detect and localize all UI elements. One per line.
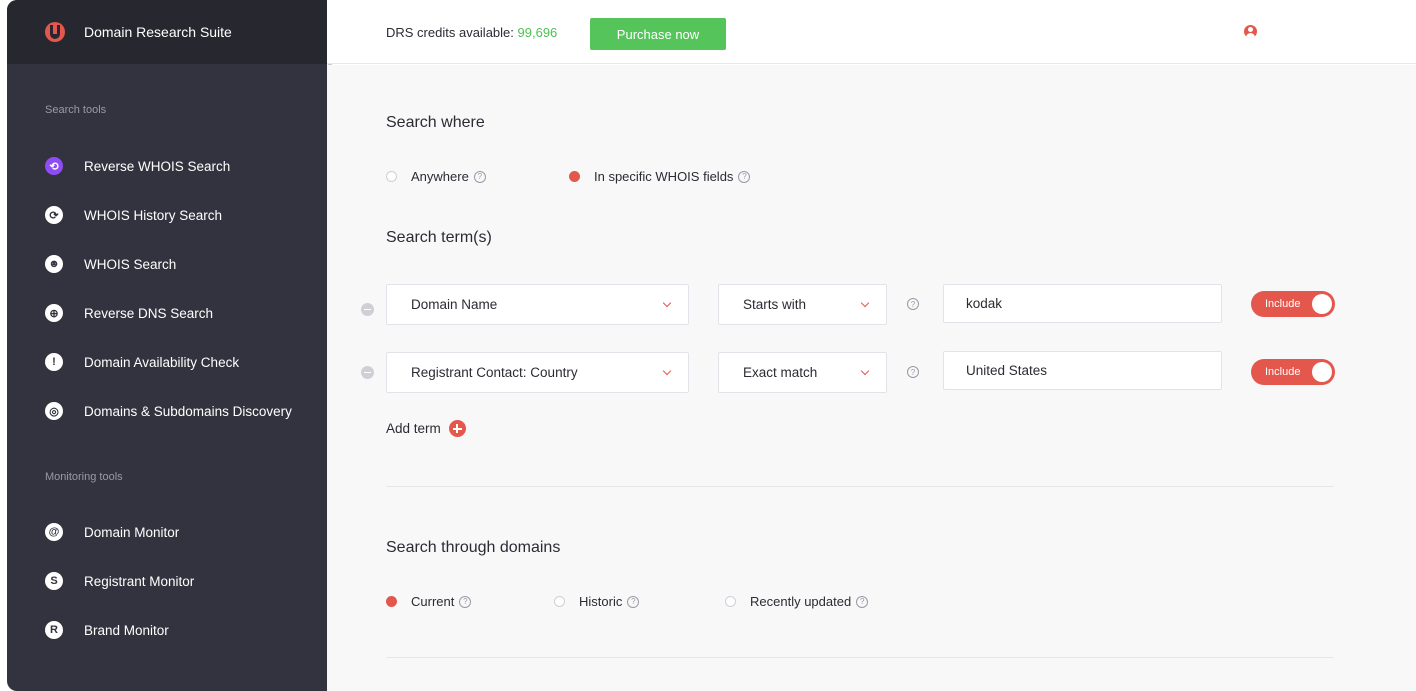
credits-value: 99,696 bbox=[517, 25, 558, 40]
sidebar-item-registrant-monitor[interactable]: S Registrant Monitor bbox=[45, 569, 194, 593]
include-toggle[interactable]: Include bbox=[1251, 291, 1335, 317]
sidebar-section-search-tools: Search tools bbox=[45, 104, 107, 116]
domain-monitor-icon: @ bbox=[45, 523, 63, 541]
plus-icon[interactable] bbox=[448, 420, 466, 437]
sidebar-item-label: Domains & Subdomains Discovery bbox=[84, 403, 292, 419]
radio-label: Historic bbox=[579, 594, 623, 609]
match-select-value: Starts with bbox=[743, 297, 807, 312]
radio-button[interactable] bbox=[554, 596, 565, 607]
app-title: Domain Research Suite bbox=[84, 24, 232, 40]
radio-recently-updated[interactable]: Recently updated ? bbox=[725, 594, 869, 609]
sidebar-section-monitoring-tools: Monitoring tools bbox=[45, 471, 123, 483]
sidebar-item-whois-history[interactable]: ⟳ WHOIS History Search bbox=[45, 203, 222, 227]
help-icon[interactable]: ? bbox=[627, 595, 640, 608]
user-search-icon: ☻ bbox=[45, 255, 63, 273]
radio-button[interactable] bbox=[386, 596, 397, 607]
app-logo-icon bbox=[45, 22, 65, 42]
toggle-knob bbox=[1312, 362, 1332, 382]
help-icon[interactable]: ? bbox=[473, 170, 486, 183]
term-value-input[interactable] bbox=[943, 284, 1222, 323]
radio-label: Recently updated bbox=[750, 594, 852, 609]
field-select[interactable]: Domain Name bbox=[386, 284, 689, 325]
sidebar-item-label: WHOIS Search bbox=[84, 256, 177, 272]
brand-icon: R bbox=[45, 621, 63, 639]
include-toggle[interactable]: Include bbox=[1251, 359, 1335, 385]
sidebar-item-label: Reverse WHOIS Search bbox=[84, 158, 231, 174]
exclamation-icon: ! bbox=[45, 353, 63, 371]
match-select-value: Exact match bbox=[743, 365, 818, 380]
help-icon[interactable]: ? bbox=[907, 366, 919, 378]
radio-label: Anywhere bbox=[411, 169, 469, 184]
sidebar-item-label: Registrant Monitor bbox=[84, 573, 195, 589]
radio-button[interactable] bbox=[386, 171, 397, 182]
top-bar: DRS credits available: 99,696 Purchase n… bbox=[327, 0, 1416, 64]
toggle-label: Include bbox=[1265, 366, 1301, 378]
toggle-label: Include bbox=[1265, 298, 1301, 310]
sidebar-item-label: WHOIS History Search bbox=[84, 207, 223, 223]
remove-term-icon[interactable] bbox=[361, 366, 374, 379]
section-divider bbox=[386, 486, 1334, 487]
sidebar-item-whois-search[interactable]: ☻ WHOIS Search bbox=[45, 252, 176, 276]
remove-term-icon[interactable] bbox=[361, 303, 374, 316]
chevron-down-icon bbox=[860, 298, 870, 308]
credits-display: DRS credits available: 99,696 bbox=[386, 25, 557, 40]
radio-label: In specific WHOIS fields bbox=[594, 169, 734, 184]
radio-anywhere[interactable]: Anywhere ? bbox=[386, 169, 486, 184]
field-select-value: Domain Name bbox=[411, 297, 498, 312]
field-select-value: Registrant Contact: Country bbox=[411, 365, 578, 380]
chevron-down-icon bbox=[662, 298, 672, 308]
radio-label: Current bbox=[411, 594, 455, 609]
match-select[interactable]: Exact match bbox=[718, 352, 887, 393]
sidebar-item-label: Domain Availability Check bbox=[84, 354, 240, 370]
chevron-down-icon bbox=[860, 366, 870, 376]
sidebar-item-domain-monitor[interactable]: @ Domain Monitor bbox=[45, 520, 179, 544]
help-icon[interactable]: ? bbox=[907, 298, 919, 310]
sidebar-item-reverse-dns[interactable]: ⊕ Reverse DNS Search bbox=[45, 301, 213, 325]
radio-button[interactable] bbox=[569, 171, 580, 182]
field-select[interactable]: Registrant Contact: Country bbox=[386, 352, 689, 393]
match-select[interactable]: Starts with bbox=[718, 284, 887, 325]
radio-specific-whois-fields[interactable]: In specific WHOIS fields ? bbox=[569, 169, 751, 184]
radio-historic[interactable]: Historic ? bbox=[554, 594, 640, 609]
radio-button[interactable] bbox=[725, 596, 736, 607]
user-account-icon[interactable] bbox=[1244, 25, 1257, 38]
term-value-input[interactable] bbox=[943, 351, 1222, 390]
sidebar-item-label: Brand Monitor bbox=[84, 622, 169, 638]
target-icon: ◎ bbox=[45, 402, 63, 420]
reverse-whois-icon: ⟲ bbox=[45, 157, 63, 175]
help-icon[interactable]: ? bbox=[459, 595, 472, 608]
sidebar: Domain Research Suite Search tools ⟲ Rev… bbox=[7, 0, 332, 691]
section-divider bbox=[386, 657, 1334, 658]
help-icon[interactable]: ? bbox=[738, 170, 751, 183]
add-term-button[interactable]: Add term bbox=[386, 420, 466, 437]
search-where-heading: Search where bbox=[386, 114, 485, 131]
registrant-icon: S bbox=[45, 572, 63, 590]
sidebar-item-domain-availability[interactable]: ! Domain Availability Check bbox=[45, 350, 239, 374]
sidebar-item-label: Reverse DNS Search bbox=[84, 305, 214, 321]
search-through-heading: Search through domains bbox=[386, 539, 561, 556]
sidebar-item-subdomains-discovery[interactable]: ◎ Domains & Subdomains Discovery bbox=[45, 399, 292, 423]
radio-current[interactable]: Current ? bbox=[386, 594, 472, 609]
sidebar-item-brand-monitor[interactable]: R Brand Monitor bbox=[45, 618, 169, 642]
main-content: Search where Anywhere ? In specific WHOI… bbox=[327, 65, 1416, 691]
sidebar-item-label: Domain Monitor bbox=[84, 524, 180, 540]
toggle-knob bbox=[1312, 294, 1332, 314]
help-icon[interactable]: ? bbox=[856, 595, 869, 608]
search-terms-heading: Search term(s) bbox=[386, 229, 492, 246]
credits-label: DRS credits available: bbox=[386, 25, 514, 40]
globe-icon: ⊕ bbox=[45, 304, 63, 322]
sidebar-header: Domain Research Suite bbox=[7, 0, 327, 64]
add-term-label: Add term bbox=[386, 421, 441, 436]
chevron-down-icon bbox=[662, 366, 672, 376]
sidebar-item-reverse-whois[interactable]: ⟲ Reverse WHOIS Search bbox=[45, 154, 230, 178]
history-icon: ⟳ bbox=[45, 206, 63, 224]
purchase-now-button[interactable]: Purchase now bbox=[590, 18, 726, 50]
